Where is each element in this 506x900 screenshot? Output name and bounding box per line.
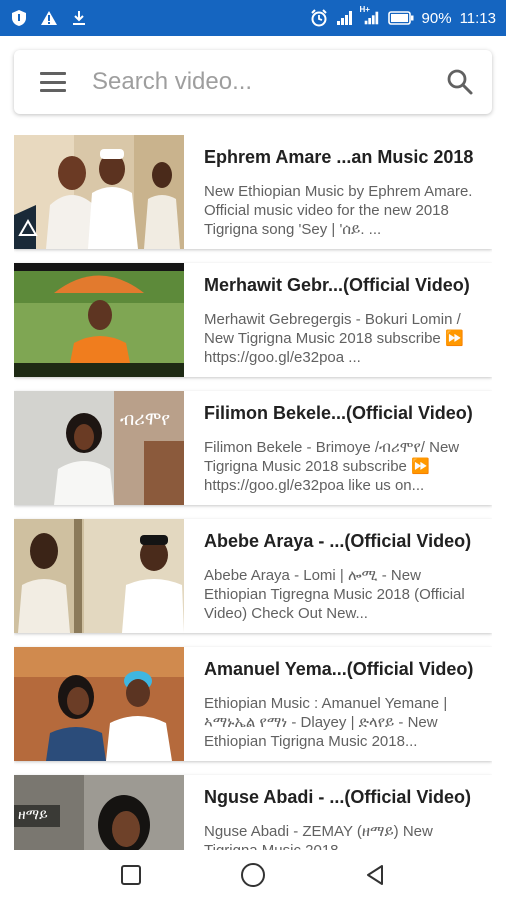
alarm-icon	[310, 9, 328, 27]
video-list-item[interactable]: Merhawit Gebr...(Official Video) Merhawi…	[14, 263, 492, 377]
video-list-item[interactable]: Ephrem Amare ...an Music 2018 New Ethiop…	[14, 135, 492, 249]
video-list-item[interactable]: Amanuel Yema...(Official Video) Ethiopia…	[14, 647, 492, 761]
square-icon	[121, 865, 141, 885]
search-icon[interactable]	[446, 68, 474, 96]
video-thumbnail[interactable]: ብሪሞየ	[14, 391, 184, 505]
video-thumbnail[interactable]: ዘማይ	[14, 775, 184, 850]
video-description: Abebe Araya - Lomi | ሎሚ - New Ethiopian …	[204, 567, 465, 622]
video-list-item[interactable]: Abebe Araya - ...(Official Video) Abebe …	[14, 519, 492, 633]
signal-badge: H+	[359, 5, 370, 14]
video-title[interactable]: Abebe Araya - ...(Official Video)	[204, 531, 484, 552]
search-bar	[14, 50, 492, 114]
back-triangle-icon	[367, 865, 383, 885]
recents-button[interactable]	[116, 860, 146, 890]
video-list-item[interactable]: ዘማይ Nguse Abadi - ...(Official Video) Ng…	[14, 775, 492, 850]
status-bar: H+ 90% 11:13	[0, 0, 506, 36]
video-info[interactable]: Filimon Bekele...(Official Video) Filimo…	[184, 391, 492, 505]
video-thumbnail[interactable]	[14, 647, 184, 761]
circle-icon	[241, 863, 265, 887]
status-bar-left	[10, 9, 88, 27]
video-title[interactable]: Filimon Bekele...(Official Video)	[204, 403, 484, 424]
video-title[interactable]: Merhawit Gebr...(Official Video)	[204, 275, 484, 296]
video-info[interactable]: Merhawit Gebr...(Official Video) Merhawi…	[184, 263, 492, 377]
thumbnail-overlay-text: ብሪሞየ	[120, 409, 171, 430]
video-list-item[interactable]: ብሪሞየ Filimon Bekele...(Official Video) F…	[14, 391, 492, 505]
signal-icon	[336, 9, 354, 27]
video-info[interactable]: Ephrem Amare ...an Music 2018 New Ethiop…	[184, 135, 492, 249]
video-thumbnail[interactable]	[14, 263, 184, 377]
signal-hplus-icon: H+	[360, 5, 380, 27]
hamburger-menu-icon[interactable]	[40, 72, 66, 92]
warning-icon	[40, 9, 58, 27]
home-button[interactable]	[238, 860, 268, 890]
battery-percent: 90%	[421, 9, 452, 27]
video-title[interactable]: Amanuel Yema...(Official Video)	[204, 659, 484, 680]
video-info[interactable]: Abebe Araya - ...(Official Video) Abebe …	[184, 519, 492, 633]
navigation-bar	[0, 850, 506, 900]
thumbnail-overlay-text: ዘማይ	[18, 807, 48, 823]
video-thumbnail[interactable]	[14, 135, 184, 249]
shield-icon	[10, 9, 28, 27]
battery-icon	[387, 9, 414, 27]
back-button[interactable]	[360, 860, 390, 890]
video-description: Nguse Abadi - ZEMAY (ዘማይ) New Tigrigna M…	[204, 823, 433, 850]
video-description: Filimon Bekele - Brimoye /ብሪሞየ/ New Tigr…	[204, 439, 460, 494]
video-info[interactable]: Amanuel Yema...(Official Video) Ethiopia…	[184, 647, 492, 761]
video-thumbnail[interactable]	[14, 519, 184, 633]
video-description: Merhawit Gebregergis - Bokuri Lomin / Ne…	[204, 311, 464, 366]
download-icon	[70, 9, 88, 27]
video-description: Ethiopian Music : Amanuel Yemane | ኣማኑኤል…	[204, 695, 448, 750]
clock: 11:13	[459, 9, 496, 27]
search-input[interactable]	[92, 68, 446, 96]
status-bar-right: H+ 90% 11:13	[310, 5, 496, 27]
video-list: Ephrem Amare ...an Music 2018 New Ethiop…	[14, 135, 492, 850]
video-info[interactable]: Nguse Abadi - ...(Official Video) Nguse …	[184, 775, 492, 850]
video-title[interactable]: Ephrem Amare ...an Music 2018	[204, 147, 484, 168]
video-description: New Ethiopian Music by Ephrem Amare. Off…	[204, 183, 473, 238]
video-title[interactable]: Nguse Abadi - ...(Official Video)	[204, 787, 484, 808]
